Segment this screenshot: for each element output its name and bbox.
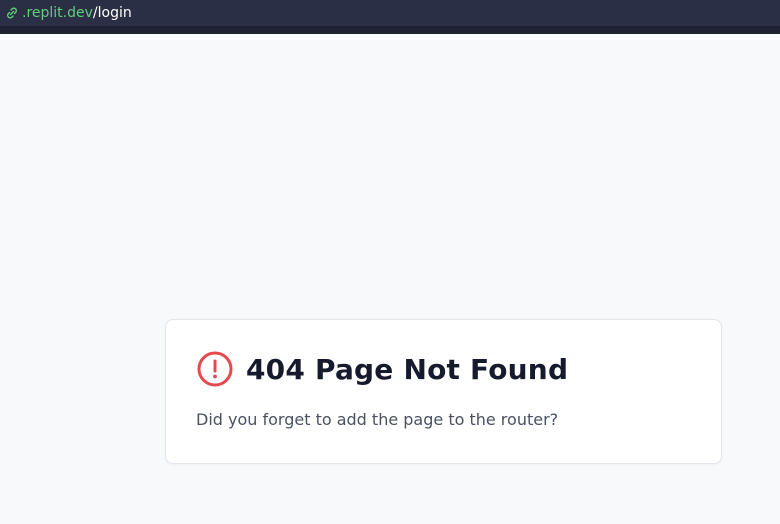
error-card: 404 Page Not Found Did you forget to add… <box>165 319 722 464</box>
url-bar[interactable]: .replit.dev /login <box>0 0 780 26</box>
page-title: 404 Page Not Found <box>246 352 569 386</box>
url-path: /login <box>92 5 132 21</box>
alert-circle-icon <box>196 350 234 388</box>
url-bar-divider <box>0 26 780 34</box>
error-message: Did you forget to add the page to the ro… <box>196 410 559 429</box>
url-domain: .replit.dev <box>22 5 93 21</box>
error-card-header: 404 Page Not Found <box>196 350 691 388</box>
link-icon <box>4 5 20 21</box>
page-content: 404 Page Not Found Did you forget to add… <box>0 34 780 524</box>
